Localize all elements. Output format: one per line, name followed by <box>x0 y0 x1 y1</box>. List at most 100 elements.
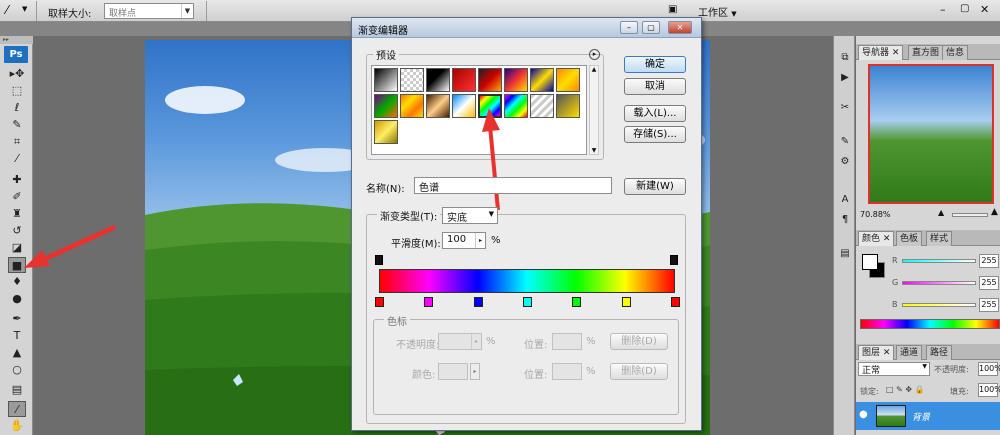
maximize-button[interactable]: ▢ <box>642 21 660 34</box>
zoom-slider[interactable] <box>952 213 988 217</box>
character-icon[interactable]: A <box>837 192 853 207</box>
workspace-menu[interactable]: 工作区 ▼ <box>698 4 737 19</box>
close-icon[interactable]: ✕ <box>892 48 900 58</box>
presets-menu-icon[interactable]: ▸ <box>589 49 600 60</box>
foreground-swatch[interactable] <box>862 254 878 270</box>
opacity-input[interactable]: ▸ <box>438 333 482 350</box>
lock-icons[interactable]: □ ✎ ✥ 🔒 <box>886 385 925 394</box>
blend-mode-select[interactable]: 正常 ▼ <box>858 362 930 376</box>
delete-color-stop-button[interactable]: 删除(D) <box>610 363 668 380</box>
opacity-stop-left[interactable] <box>375 255 383 265</box>
color-stop[interactable] <box>671 297 680 307</box>
ok-button[interactable]: 确定 <box>624 56 686 73</box>
crop-tool-icon[interactable]: ⌗ <box>8 134 26 150</box>
preset-swatch[interactable] <box>400 68 424 92</box>
path-select-tool-icon[interactable]: ▲ <box>8 345 26 361</box>
layer-row-background[interactable]: ● 背景 <box>856 402 1000 430</box>
close-icon[interactable]: ✕ <box>980 3 989 16</box>
healing-tool-icon[interactable]: ✚ <box>8 172 26 188</box>
channel-value[interactable]: 255 <box>979 298 999 312</box>
move-tool-icon[interactable]: ▸✥ <box>8 66 26 82</box>
eyedropper-tool-icon[interactable]: ⁄ <box>8 151 26 167</box>
quick-select-tool-icon[interactable]: ✎ <box>8 117 26 133</box>
layer-comps-icon[interactable]: ▤ <box>837 246 853 261</box>
zoom-value[interactable]: 70.88% <box>860 210 891 219</box>
preset-swatch[interactable] <box>374 120 398 144</box>
view-icon[interactable]: ▣ <box>668 4 677 15</box>
load-button[interactable]: 载入(L)... <box>624 105 686 122</box>
preset-swatch[interactable] <box>556 94 580 118</box>
hand-tool-icon[interactable]: ✋ <box>8 418 26 434</box>
eye-icon[interactable]: ● <box>859 409 868 420</box>
notes-tool-icon[interactable]: ▤ <box>8 382 26 398</box>
layer-opacity-value[interactable]: 100% <box>978 362 1000 376</box>
gradient-preview-bar[interactable] <box>379 269 675 293</box>
tab-info[interactable]: 信息 <box>942 45 969 60</box>
preset-swatch[interactable] <box>452 94 476 118</box>
tab-color[interactable]: 颜色 ✕ <box>858 231 895 246</box>
minimize-button[interactable]: – <box>620 21 638 34</box>
color-stop[interactable] <box>572 297 582 307</box>
tab-layers[interactable]: 图层 ✕ <box>858 345 895 360</box>
blur-tool-icon[interactable]: ♦ <box>8 274 26 290</box>
preset-swatch[interactable] <box>556 68 580 92</box>
close-icon[interactable]: ✕ <box>883 234 891 244</box>
opacity-position-input[interactable] <box>552 333 582 350</box>
eyedropper-tool-2-icon[interactable]: ⁄ <box>8 401 26 417</box>
tab-paths[interactable]: 路径 <box>926 345 953 360</box>
channel-value[interactable]: 255 <box>979 276 999 290</box>
opacity-stop-right[interactable] <box>670 255 678 265</box>
preset-swatch[interactable] <box>374 68 398 92</box>
preset-swatch[interactable] <box>530 68 554 92</box>
channel-slider[interactable] <box>902 281 976 285</box>
preset-swatch[interactable] <box>400 94 424 118</box>
shape-tool-icon[interactable]: ○ <box>8 362 26 378</box>
tab-styles[interactable]: 样式 <box>926 231 953 246</box>
smoothness-input[interactable]: 100 ▸ <box>442 232 486 249</box>
restore-icon[interactable]: ▢ <box>960 3 969 14</box>
preset-swatch[interactable] <box>478 68 502 92</box>
tab-channels[interactable]: 通道 <box>896 345 923 360</box>
type-tool-icon[interactable]: T <box>8 328 26 344</box>
preset-swatch[interactable] <box>504 68 528 92</box>
preset-swatch[interactable] <box>426 68 450 92</box>
save-button[interactable]: 存储(S)... <box>624 126 686 143</box>
preset-swatch[interactable] <box>452 68 476 92</box>
scroll-up-icon[interactable]: ▲ <box>590 66 598 73</box>
color-stop[interactable] <box>424 297 434 307</box>
color-stop[interactable] <box>621 297 631 307</box>
actions-icon[interactable]: ▶ <box>837 70 853 85</box>
zoom-in-icon[interactable]: ▲ <box>991 207 998 217</box>
delete-opacity-stop-button[interactable]: 删除(D) <box>610 333 668 350</box>
marquee-tool-icon[interactable]: ⬚ <box>8 83 26 99</box>
preset-swatch[interactable] <box>426 94 450 118</box>
clone-source-icon[interactable]: ⚙ <box>837 154 853 169</box>
color-stop[interactable] <box>473 297 483 307</box>
preset-swatch[interactable] <box>530 94 554 118</box>
close-button[interactable]: ✕ <box>668 21 692 34</box>
color-stop[interactable] <box>375 297 384 307</box>
eyedropper-icon[interactable]: ⁄ <box>6 3 8 17</box>
channel-slider[interactable] <box>902 303 976 307</box>
tab-swatches[interactable]: 色板 <box>896 231 923 246</box>
color-menu-icon[interactable]: ▸ <box>470 363 480 380</box>
paragraph-icon[interactable]: ¶ <box>837 212 853 227</box>
tool-preset-dropdown-icon[interactable]: ▼ <box>22 5 27 13</box>
tab-histogram[interactable]: 直方图 <box>908 45 944 60</box>
new-button[interactable]: 新建(W) <box>624 178 686 195</box>
color-spectrum-bar[interactable] <box>860 319 1000 329</box>
zoom-out-icon[interactable]: ▲ <box>938 208 944 217</box>
minimize-icon[interactable]: – <box>940 3 946 16</box>
stepper-icon[interactable]: ▸ <box>471 334 481 349</box>
panel-grip[interactable]: ▸▸ <box>0 36 33 44</box>
stop-color-swatch[interactable] <box>438 363 468 380</box>
lasso-tool-icon[interactable]: ℓ <box>8 100 26 116</box>
scroll-down-icon[interactable]: ▼ <box>590 147 598 154</box>
dodge-tool-icon[interactable]: ● <box>8 291 26 307</box>
tool-presets-icon[interactable]: ✂ <box>837 100 853 115</box>
brush-tool-icon[interactable]: ✐ <box>8 189 26 205</box>
navigator-preview[interactable] <box>868 64 994 204</box>
brushes-icon[interactable]: ✎ <box>837 134 853 149</box>
fill-value[interactable]: 100% <box>978 383 1000 397</box>
presets-scrollbar[interactable]: ▲ ▼ <box>589 65 599 155</box>
